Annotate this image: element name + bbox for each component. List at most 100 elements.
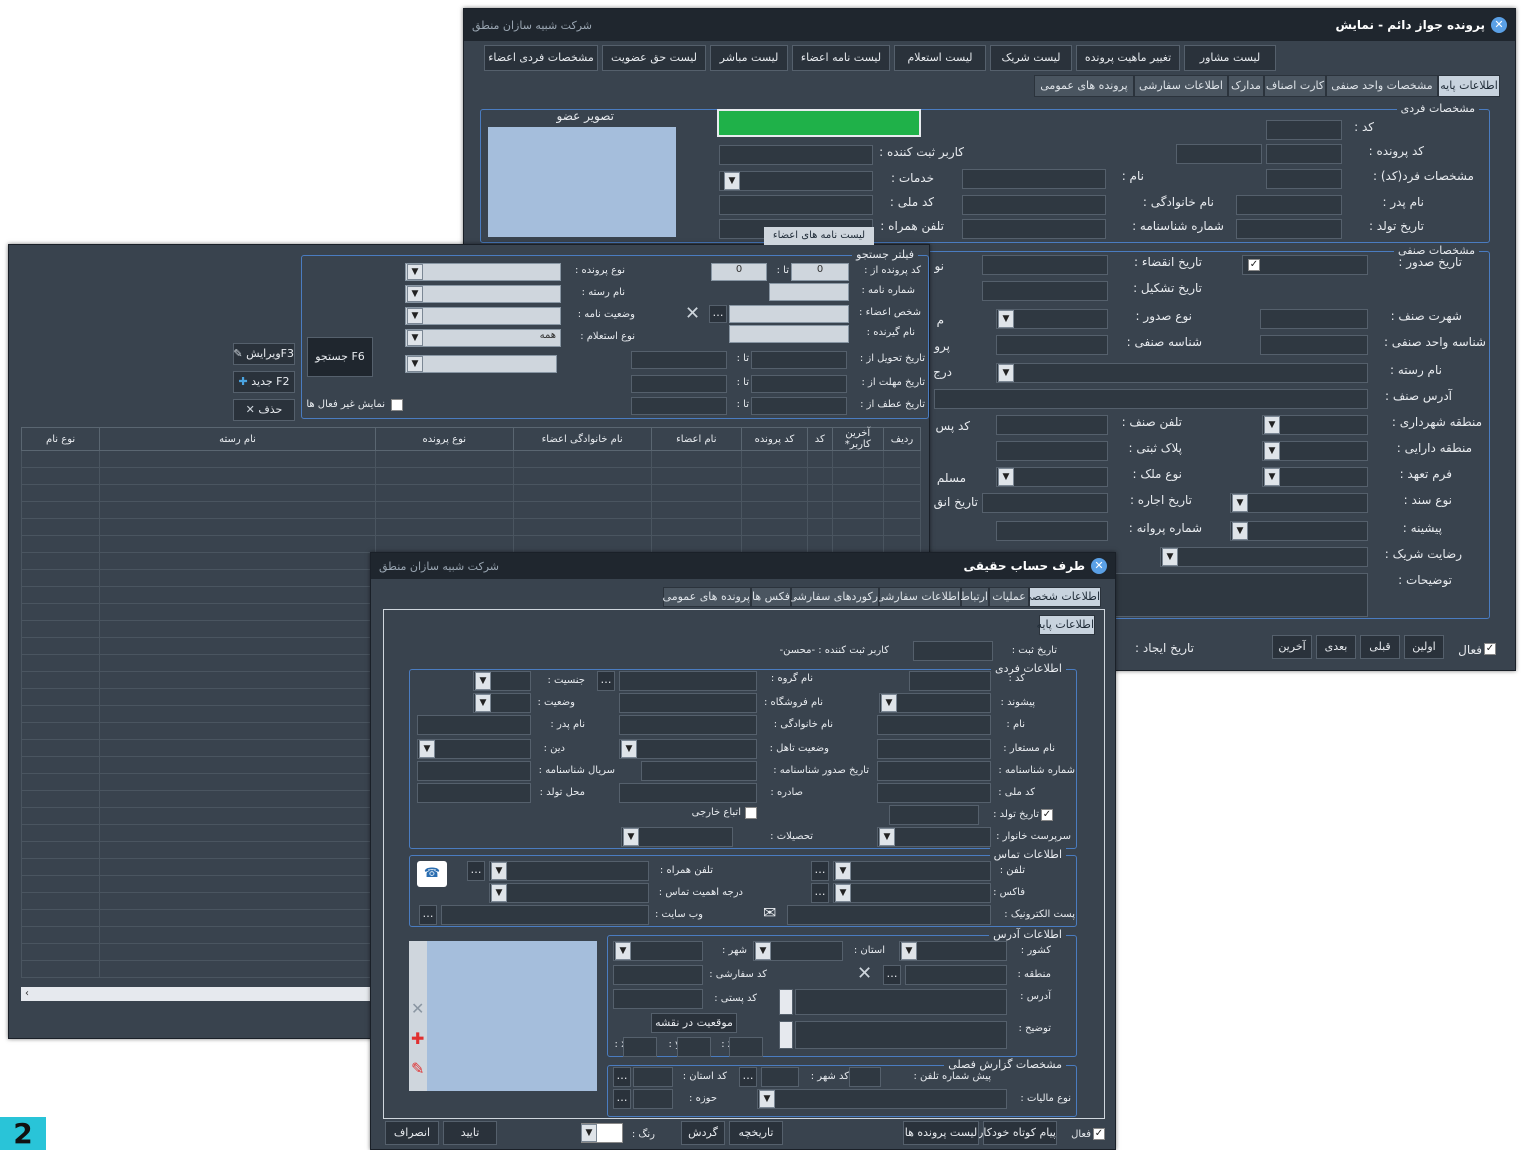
id-issue-field[interactable]	[641, 761, 757, 781]
table-cell[interactable]	[882, 518, 922, 536]
marital-field[interactable]	[619, 739, 757, 759]
issued-field[interactable]	[619, 783, 757, 803]
table-cell[interactable]	[99, 824, 376, 842]
close-icon[interactable]: ✕	[1491, 17, 1507, 33]
prov-code-field[interactable]	[633, 1067, 673, 1087]
table-cell[interactable]	[512, 535, 652, 553]
family-field[interactable]	[619, 715, 757, 735]
table-cell[interactable]	[99, 450, 376, 468]
cancel-button[interactable]: انصراف	[385, 1121, 439, 1145]
city-dropdown[interactable]: ▼	[615, 942, 631, 960]
birthplace-field[interactable]	[417, 783, 531, 803]
property-dropdown[interactable]: ▼	[998, 468, 1014, 486]
field-dropdown[interactable]: ▼	[998, 364, 1014, 382]
table-cell[interactable]	[20, 450, 101, 468]
table-cell[interactable]	[99, 722, 376, 740]
letter-no-field[interactable]	[769, 283, 849, 301]
table-cell[interactable]	[806, 535, 833, 553]
notes-field[interactable]	[1114, 573, 1368, 617]
btn-prev[interactable]: قبلی	[1360, 635, 1400, 659]
custom-code-field[interactable]	[613, 965, 703, 985]
ref-to-field[interactable]	[631, 397, 727, 415]
table-cell[interactable]	[650, 450, 743, 468]
btn-last[interactable]: آخرین	[1272, 635, 1312, 659]
table-cell[interactable]	[20, 722, 101, 740]
table-cell[interactable]	[882, 535, 922, 553]
deadline-from-field[interactable]	[751, 375, 847, 393]
tab-personal[interactable]: اطلاعات شخصی	[1023, 587, 1101, 607]
prov-code-browse-button[interactable]: …	[613, 1067, 631, 1087]
tab-docs[interactable]: مدارک	[1228, 75, 1264, 97]
table-cell[interactable]	[20, 705, 101, 723]
table-cell[interactable]	[882, 484, 922, 502]
table-cell[interactable]	[512, 518, 652, 536]
btn-partner-list[interactable]: لیست شریک	[990, 45, 1072, 71]
address-scroll[interactable]	[779, 989, 793, 1015]
table-cell[interactable]	[20, 654, 101, 672]
zone-field[interactable]	[633, 1089, 673, 1109]
table-row[interactable]	[20, 467, 922, 485]
btn-change-case[interactable]: تغییر ماهیت پرونده	[1076, 45, 1180, 71]
prefix-dropdown[interactable]: ▼	[881, 694, 897, 712]
table-cell[interactable]	[99, 671, 376, 689]
table-cell[interactable]	[20, 909, 101, 927]
table-cell[interactable]	[99, 586, 376, 604]
tab-basic-info[interactable]: اطلاعات پایه	[1438, 75, 1500, 97]
table-cell[interactable]	[20, 484, 101, 502]
priority-field[interactable]	[489, 883, 649, 903]
clear-icon[interactable]: ✕	[857, 963, 872, 984]
table-cell[interactable]	[741, 535, 808, 553]
table-cell[interactable]	[20, 807, 101, 825]
idno-field[interactable]	[962, 219, 1106, 239]
tab-public-files[interactable]: پرونده های عمومی	[663, 587, 751, 607]
horizontal-scrollbar[interactable]: ‹	[21, 987, 371, 1001]
table-cell[interactable]	[20, 603, 101, 621]
doc-type-dropdown[interactable]: ▼	[1232, 494, 1248, 512]
btn-fee-list[interactable]: لیست حق عضویت	[602, 45, 706, 71]
services-dropdown[interactable]: ▼	[724, 172, 740, 190]
btn-member-details[interactable]: مشخصات فردی اعضاء	[484, 45, 598, 71]
table-cell[interactable]	[374, 501, 514, 519]
table-cell[interactable]	[99, 909, 376, 927]
case-from-field[interactable]: 0	[791, 263, 849, 281]
table-cell[interactable]	[374, 535, 514, 553]
table-cell[interactable]	[882, 501, 922, 519]
member-field[interactable]	[729, 305, 849, 323]
field2-dropdown[interactable]: ▼	[407, 286, 423, 302]
tax-type-field[interactable]	[757, 1089, 1007, 1109]
table-cell[interactable]	[99, 569, 376, 587]
formed-field[interactable]	[982, 281, 1108, 301]
partner-dropdown[interactable]: ▼	[1162, 548, 1178, 566]
city-code-browse-button[interactable]: …	[739, 1067, 757, 1087]
table-cell[interactable]	[99, 620, 376, 638]
table-cell[interactable]	[650, 501, 743, 519]
issue-field[interactable]	[1242, 255, 1368, 275]
inquiry-dropdown[interactable]: ▼	[407, 330, 423, 346]
new-button[interactable]: F2 جدید ✚	[233, 371, 295, 393]
table-cell[interactable]	[831, 450, 884, 468]
tab-custom[interactable]: اطلاعات سفارشی	[1134, 75, 1228, 97]
code-field[interactable]	[1266, 120, 1342, 140]
tab-unit[interactable]: مشخصات واحد صنفی	[1326, 75, 1438, 97]
case-type-field[interactable]	[405, 263, 561, 281]
edu-dropdown[interactable]: ▼	[623, 828, 639, 846]
table-cell[interactable]	[512, 501, 652, 519]
edit-button[interactable]: F3ویرایش ✎	[233, 343, 295, 365]
address-field[interactable]	[795, 989, 1007, 1015]
table-cell[interactable]	[20, 943, 101, 961]
case-type-dropdown[interactable]: ▼	[407, 264, 423, 280]
table-cell[interactable]	[831, 501, 884, 519]
tab-card[interactable]: کارت اصناف	[1264, 75, 1326, 97]
national-field[interactable]	[877, 783, 991, 803]
table-cell[interactable]	[650, 535, 743, 553]
city-code-field[interactable]	[761, 1067, 799, 1087]
edit-icon[interactable]: ✎	[411, 1059, 424, 1078]
turnover-button[interactable]: گردش	[681, 1121, 725, 1145]
birth-field[interactable]	[1236, 219, 1342, 239]
region-browse-button[interactable]: …	[883, 965, 901, 985]
table-cell[interactable]	[650, 467, 743, 485]
btn-inquiry-list[interactable]: لیست استعلام	[894, 45, 986, 71]
tab-custom-records[interactable]: رکوردهای سفارشی	[788, 587, 879, 607]
table-cell[interactable]	[20, 501, 101, 519]
fax-browse-button[interactable]: …	[811, 883, 829, 903]
